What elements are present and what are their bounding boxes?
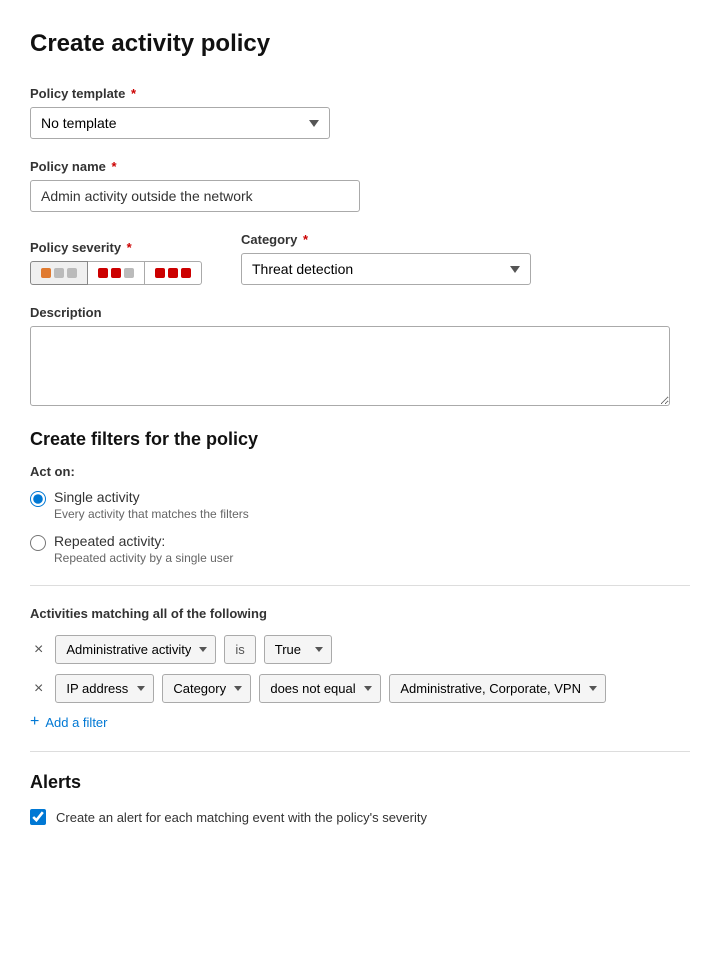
add-filter-button[interactable]: + Add a filter <box>30 713 108 731</box>
description-input[interactable] <box>30 326 670 406</box>
filter-1-remove-button[interactable]: × <box>30 642 47 658</box>
filter-row-1: × Administrative activity is True False <box>30 635 690 664</box>
create-filters-section: Create filters for the policy Act on: Si… <box>30 429 690 565</box>
repeated-activity-title: Repeated activity: <box>54 533 233 549</box>
filter-1-value-select[interactable]: True False <box>264 635 332 664</box>
add-filter-plus-icon: + <box>30 713 39 731</box>
repeated-activity-desc: Repeated activity by a single user <box>54 551 233 565</box>
policy-name-label: Policy name * <box>30 159 690 174</box>
category-select[interactable]: Threat detection <box>241 253 531 285</box>
severity-low-dot-3 <box>67 268 77 278</box>
severity-medium-button[interactable] <box>87 261 145 285</box>
filter-1-operator: is <box>224 635 255 664</box>
filter-2-field-select[interactable]: IP address <box>55 674 154 703</box>
severity-category-row: Policy severity * Categ <box>30 232 690 285</box>
alerts-title: Alerts <box>30 772 690 793</box>
alerts-checkbox-label: Create an alert for each matching event … <box>56 810 427 825</box>
single-activity-radio[interactable] <box>30 491 46 507</box>
filter-2-operator-select[interactable]: does not equal equals <box>259 674 381 703</box>
severity-high-button[interactable] <box>144 261 202 285</box>
category-label: Category * <box>241 232 531 247</box>
description-label: Description <box>30 305 690 320</box>
severity-label: Policy severity * <box>30 240 201 255</box>
severity-medium-dot-2 <box>111 268 121 278</box>
filter-2-remove-button[interactable]: × <box>30 681 47 697</box>
filter-2-value-select[interactable]: Administrative, Corporate, VPN Other <box>389 674 606 703</box>
policy-name-input[interactable] <box>30 180 360 212</box>
severity-low-dot-1 <box>41 268 51 278</box>
page-title: Create activity policy <box>30 30 690 58</box>
alerts-checkbox[interactable] <box>30 809 46 825</box>
alerts-checkbox-row: Create an alert for each matching event … <box>30 809 690 825</box>
add-filter-label: Add a filter <box>45 715 107 730</box>
severity-medium-dot-1 <box>98 268 108 278</box>
alerts-divider <box>30 751 690 752</box>
severity-medium-dot-3 <box>124 268 134 278</box>
policy-template-group: Policy template * No template <box>30 86 690 139</box>
policy-name-group: Policy name * <box>30 159 690 212</box>
severity-high-dot-2 <box>168 268 178 278</box>
category-group: Category * Threat detection <box>241 232 531 285</box>
filter-row-2: × IP address Category Address does not e… <box>30 674 690 703</box>
policy-severity-group: Policy severity * <box>30 240 201 285</box>
severity-low-dot-2 <box>54 268 64 278</box>
filter-2-subfield-select[interactable]: Category Address <box>162 674 251 703</box>
severity-high-dot-1 <box>155 268 165 278</box>
section-divider <box>30 585 690 586</box>
filter-1-field-select[interactable]: Administrative activity <box>55 635 216 664</box>
severity-high-dot-3 <box>181 268 191 278</box>
activities-matching-title: Activities matching all of the following <box>30 606 690 621</box>
policy-template-select[interactable]: No template <box>30 107 330 139</box>
description-group: Description <box>30 305 690 409</box>
severity-buttons <box>30 261 201 285</box>
severity-low-button[interactable] <box>30 261 88 285</box>
alerts-section: Alerts Create an alert for each matching… <box>30 772 690 825</box>
single-activity-option: Single activity Every activity that matc… <box>30 489 690 521</box>
repeated-activity-option: Repeated activity: Repeated activity by … <box>30 533 690 565</box>
single-activity-desc: Every activity that matches the filters <box>54 507 249 521</box>
act-on-label: Act on: <box>30 464 690 479</box>
activities-matching-section: Activities matching all of the following… <box>30 606 690 731</box>
single-activity-title: Single activity <box>54 489 249 505</box>
filters-section-title: Create filters for the policy <box>30 429 690 450</box>
repeated-activity-radio[interactable] <box>30 535 46 551</box>
policy-template-label: Policy template * <box>30 86 690 101</box>
